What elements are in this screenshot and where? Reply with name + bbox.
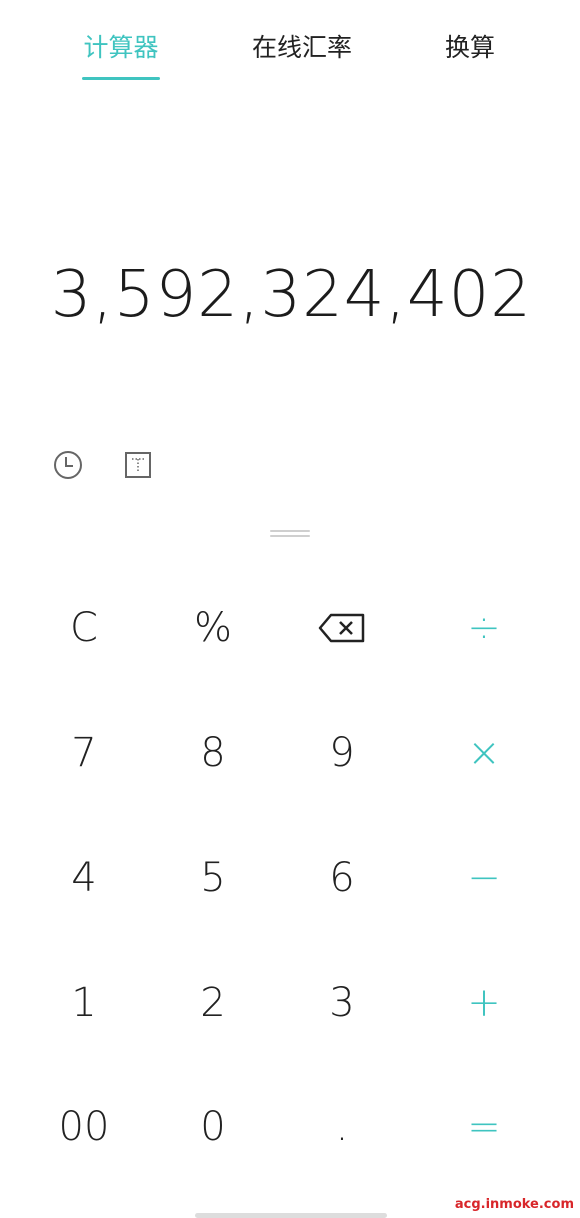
expand-icon (125, 452, 151, 478)
key-4[interactable]: 4 (29, 823, 139, 933)
key-6[interactable]: 6 (287, 823, 397, 933)
key-7[interactable]: 7 (29, 698, 139, 808)
key-2[interactable]: 2 (158, 948, 268, 1058)
tab-calculator[interactable]: 计算器 (70, 28, 172, 68)
key-double-zero[interactable]: 00 (29, 1072, 139, 1182)
key-plus[interactable]: + (429, 948, 539, 1058)
tab-conversion[interactable]: 换算 (430, 28, 510, 68)
key-multiply[interactable]: × (429, 698, 539, 808)
keypad-drag-handle[interactable] (270, 530, 310, 540)
clock-icon (54, 451, 82, 479)
key-percent[interactable]: % (158, 573, 268, 683)
key-backspace[interactable] (287, 573, 397, 683)
scientific-mode-button[interactable] (118, 445, 158, 485)
history-button[interactable] (48, 445, 88, 485)
tab-active-indicator (82, 77, 160, 80)
result-display: 3,592,324,402 (50, 258, 532, 332)
home-indicator-bar[interactable] (195, 1213, 387, 1218)
key-1[interactable]: 1 (29, 948, 139, 1058)
key-equals[interactable]: = (429, 1072, 539, 1182)
key-5[interactable]: 5 (158, 823, 268, 933)
key-9[interactable]: 9 (287, 698, 397, 808)
key-0[interactable]: 0 (158, 1072, 268, 1182)
key-8[interactable]: 8 (158, 698, 268, 808)
backspace-icon (318, 613, 365, 643)
watermark-text: acg.inmoke.com (454, 1197, 574, 1212)
top-tabs: 计算器 在线汇率 换算 (0, 0, 580, 100)
key-minus[interactable]: − (429, 823, 539, 933)
tab-exchange-rate[interactable]: 在线汇率 (240, 28, 364, 68)
key-clear[interactable]: C (29, 573, 139, 683)
key-divide[interactable]: ÷ (429, 573, 539, 683)
key-3[interactable]: 3 (287, 948, 397, 1058)
key-decimal-point[interactable]: . (287, 1072, 397, 1182)
